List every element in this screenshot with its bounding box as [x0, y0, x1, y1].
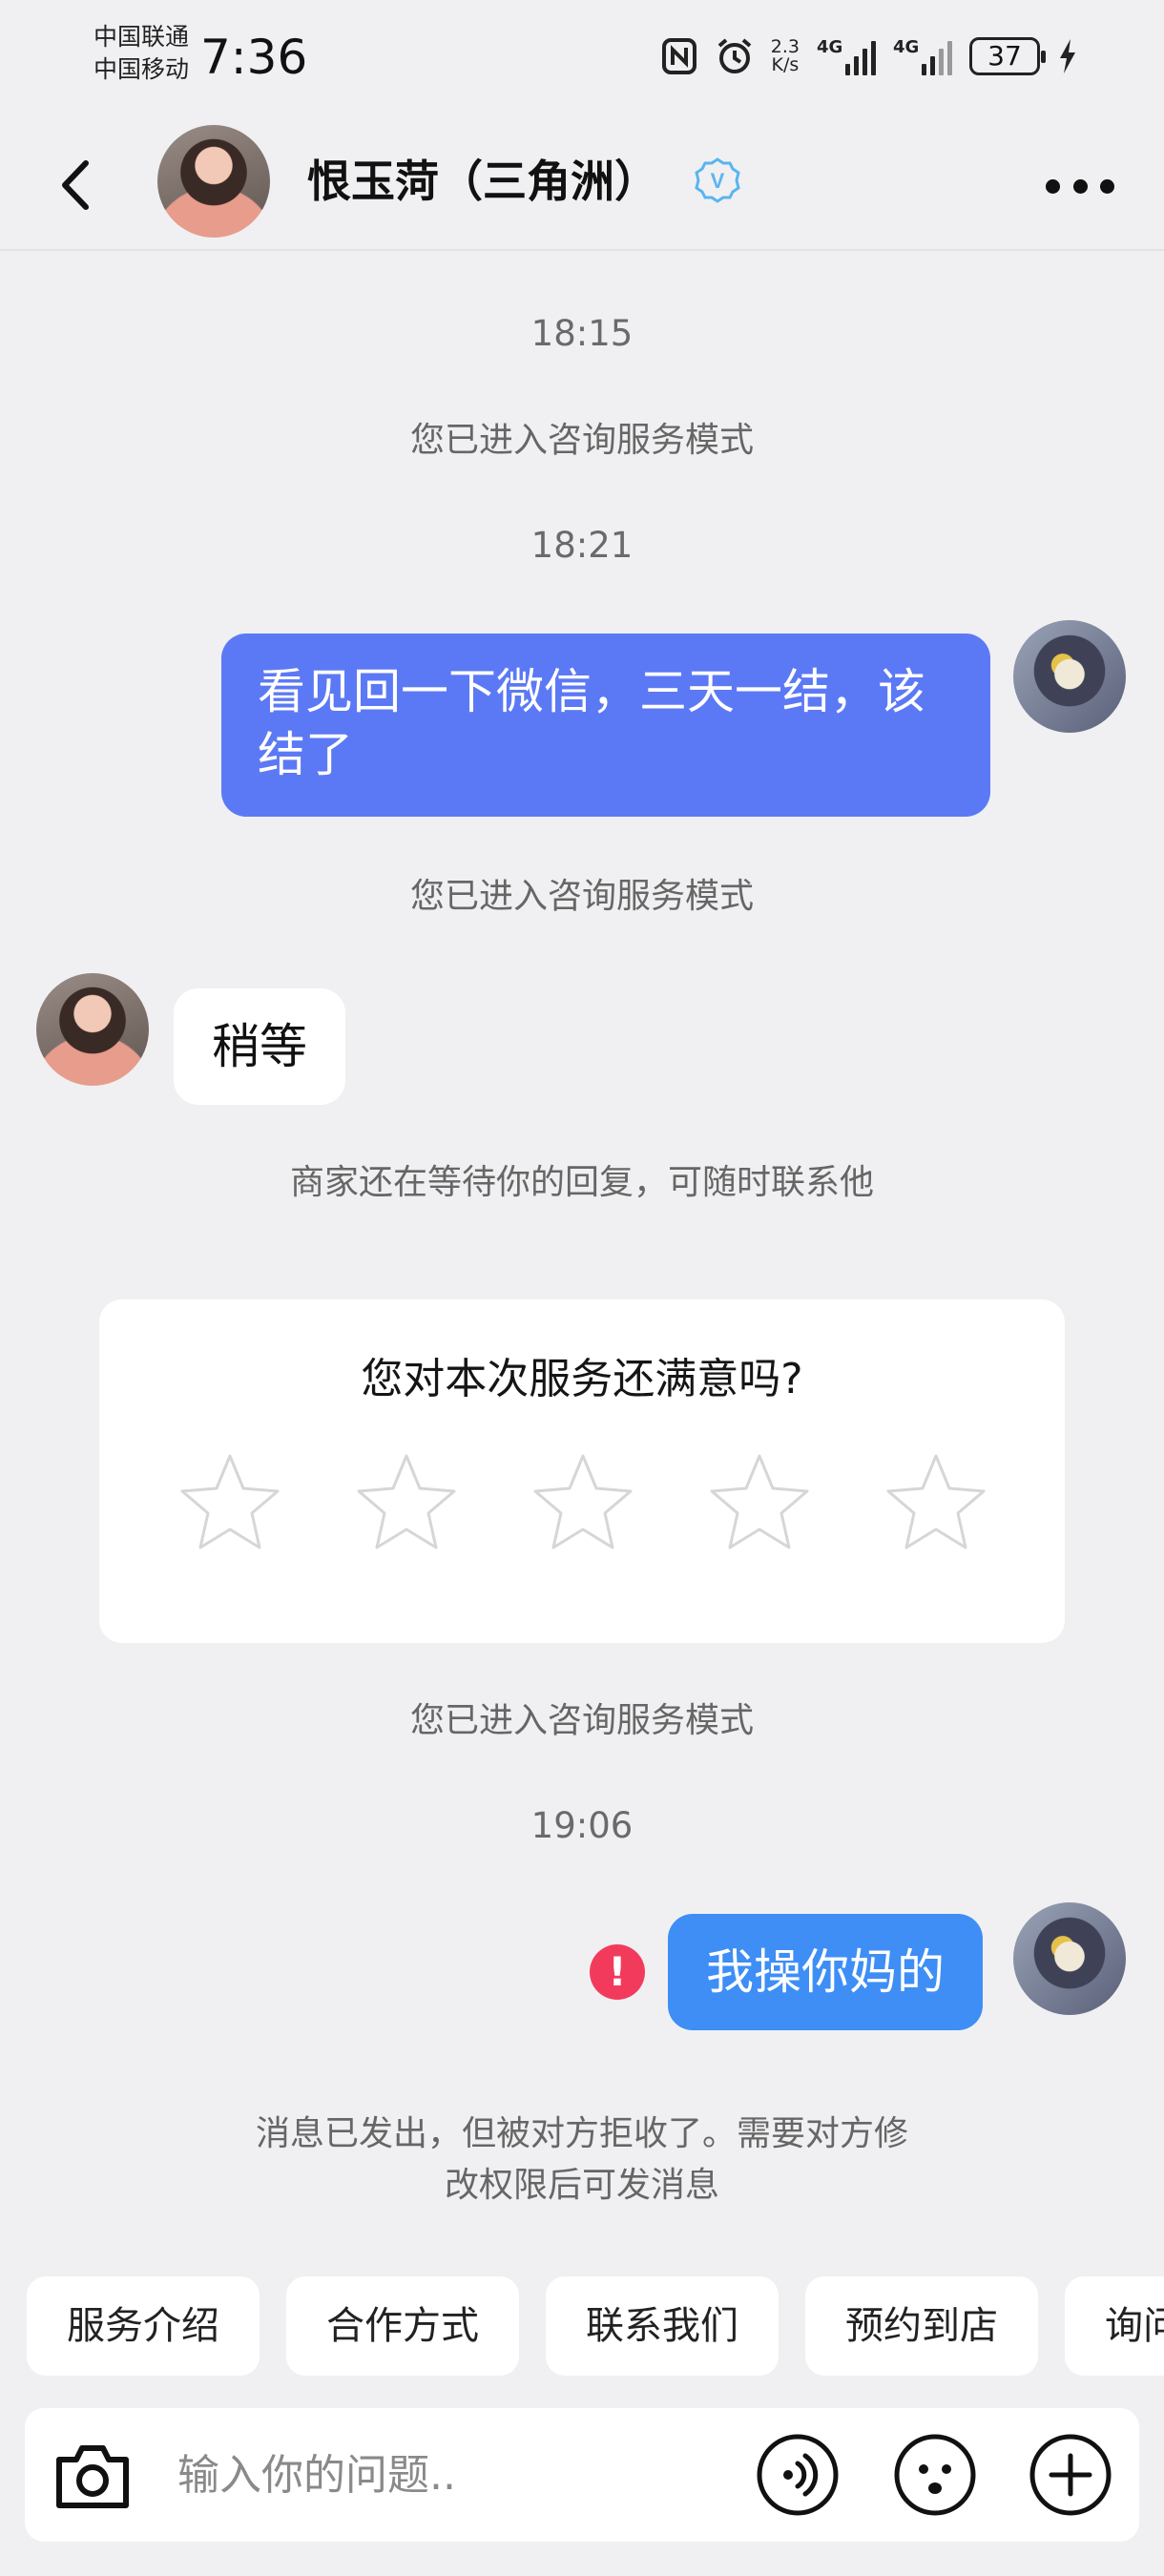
carrier-info: 中国联通 中国移动	[94, 21, 189, 86]
my-avatar[interactable]	[1013, 620, 1126, 733]
message-input-bar	[25, 2408, 1139, 2542]
quick-action-button[interactable]: 联系我们	[546, 2276, 779, 2376]
timestamp: 19:06	[530, 1805, 634, 1846]
nfc-icon	[661, 38, 696, 74]
plus-icon[interactable]	[1029, 2433, 1112, 2517]
network-speed-unit: K/s	[771, 54, 800, 75]
charging-icon	[1060, 39, 1075, 73]
verified-badge-letter: V	[711, 169, 725, 193]
quick-action-bar: 服务介绍 合作方式 联系我们 预约到店 询问	[27, 2276, 1164, 2376]
more-dots-icon[interactable]	[1046, 167, 1114, 205]
incoming-message-bubble[interactable]: 稍等	[174, 988, 345, 1105]
verified-badge-icon: V	[695, 157, 740, 203]
message-input[interactable]	[177, 2437, 750, 2513]
carrier-1: 中国联通	[94, 23, 190, 51]
star-outline-icon[interactable]	[354, 1450, 459, 1555]
message-rejected-notice: 消息已发出，但被对方拒收了。需要对方修 改权限后可发消息	[0, 2109, 1164, 2212]
contact-name[interactable]: 恨玉菏（三角洲）	[307, 152, 658, 211]
quick-action-button[interactable]: 服务介绍	[27, 2276, 260, 2376]
system-message: 您已进入咨询服务模式	[409, 877, 754, 916]
rating-stars	[177, 1450, 988, 1555]
star-outline-icon[interactable]	[530, 1450, 635, 1555]
contact-avatar[interactable]	[157, 125, 270, 238]
signal-2: 4G	[893, 37, 952, 75]
error-icon[interactable]: !	[590, 1944, 645, 2000]
carrier-2: 中国移动	[94, 55, 190, 83]
contact-message-avatar[interactable]	[36, 973, 149, 1086]
system-message: 商家还在等待你的回复，可随时联系他	[289, 1163, 874, 1202]
outgoing-message-bubble[interactable]: 看见回一下微信，三天一结，该结了	[221, 634, 990, 817]
timestamp: 18:15	[530, 313, 634, 354]
quick-action-button[interactable]: 询问	[1065, 2276, 1164, 2376]
signal-1: 4G	[817, 37, 876, 75]
star-outline-icon[interactable]	[883, 1450, 988, 1555]
network-speed: 2.3 K/s	[771, 38, 800, 74]
my-avatar[interactable]	[1013, 1902, 1126, 2015]
timestamp: 18:21	[530, 525, 634, 566]
chevron-left-icon[interactable]	[50, 154, 107, 217]
star-outline-icon[interactable]	[707, 1450, 812, 1555]
message-rejected-line-1: 消息已发出，但被对方拒收了。需要对方修	[255, 2114, 908, 2153]
alarm-icon	[717, 38, 752, 73]
signal-2-label: 4G	[893, 37, 920, 57]
status-time: 7:36	[200, 30, 308, 85]
voice-icon[interactable]	[756, 2433, 840, 2517]
quick-action-button[interactable]: 合作方式	[286, 2276, 519, 2376]
signal-1-label: 4G	[817, 37, 843, 57]
message-rejected-line-2: 改权限后可发消息	[444, 2166, 719, 2205]
status-bar: 中国联通 中国移动 7:36 2.3 K/s 4G 4G 37	[0, 0, 1164, 114]
star-outline-icon[interactable]	[177, 1450, 282, 1555]
chat-header: 恨玉菏（三角洲） V	[0, 119, 1164, 251]
battery-indicator: 37	[969, 37, 1046, 75]
quick-action-button[interactable]: 预约到店	[805, 2276, 1038, 2376]
system-message: 您已进入咨询服务模式	[409, 421, 754, 460]
service-rating-card: 您对本次服务还满意吗?	[99, 1299, 1065, 1643]
status-icons: 2.3 K/s 4G 4G 37	[660, 32, 1078, 80]
camera-icon[interactable]	[52, 2435, 134, 2515]
system-message: 您已进入咨询服务模式	[409, 1701, 754, 1740]
rating-question: 您对本次服务还满意吗?	[361, 1355, 803, 1403]
emoji-icon[interactable]	[893, 2433, 977, 2517]
outgoing-message-bubble[interactable]: 我操你妈的	[668, 1914, 983, 2030]
